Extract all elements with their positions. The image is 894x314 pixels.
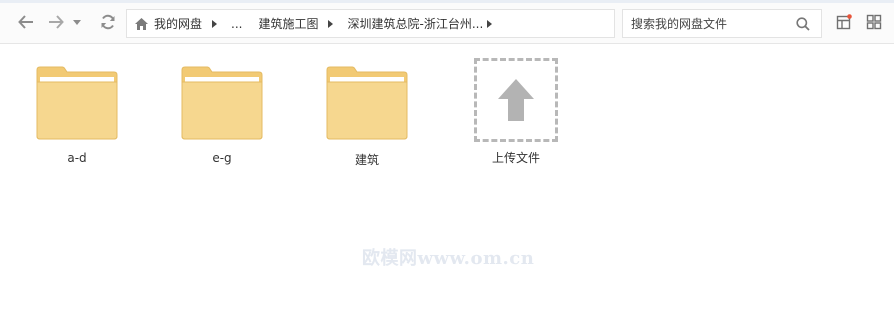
refresh-button[interactable] bbox=[98, 12, 118, 32]
upload-arrow-icon bbox=[474, 58, 558, 142]
file-grid: a-d e-g 建筑 上传文件 bbox=[0, 44, 894, 314]
notification-dot bbox=[847, 14, 852, 19]
breadcrumb-label: 深圳建筑总院-浙江台州... bbox=[347, 17, 484, 31]
arrow-left-icon bbox=[18, 15, 33, 29]
breadcrumb-label: ... bbox=[231, 16, 243, 31]
folder-name: e-g bbox=[212, 151, 232, 165]
search-icon[interactable] bbox=[796, 17, 810, 31]
forward-button[interactable] bbox=[46, 12, 66, 32]
chevron-right-icon bbox=[328, 19, 334, 28]
folder-item-a-d[interactable]: a-d bbox=[22, 62, 132, 172]
top-accent-line bbox=[0, 0, 894, 3]
back-button[interactable] bbox=[16, 12, 36, 32]
arrow-right-icon bbox=[49, 15, 64, 29]
breadcrumb-item-my-drive[interactable]: 我的网盘 bbox=[154, 15, 231, 32]
folder-item-e-g[interactable]: e-g bbox=[167, 62, 277, 172]
breadcrumb-label: 我的网盘 bbox=[154, 17, 203, 31]
home-icon[interactable] bbox=[134, 17, 149, 31]
history-dropdown-button[interactable] bbox=[70, 12, 84, 32]
folder-icon bbox=[36, 66, 118, 140]
refresh-icon bbox=[101, 14, 115, 30]
folder-name: a-d bbox=[67, 151, 87, 165]
folder-icon bbox=[326, 66, 408, 140]
upload-file-button[interactable]: 上传文件 bbox=[461, 58, 571, 172]
chevron-right-icon bbox=[487, 19, 493, 28]
breadcrumb: 我的网盘 ... 建筑施工图 深圳建筑总院-浙江台州... bbox=[126, 9, 615, 38]
upload-label: 上传文件 bbox=[491, 151, 540, 165]
layout-toggle-icon[interactable] bbox=[836, 14, 852, 30]
folder-name: 建筑 bbox=[354, 153, 379, 167]
chevron-right-icon bbox=[212, 19, 218, 28]
search-box bbox=[622, 9, 822, 38]
watermark: 欧模网www.om.cn bbox=[362, 248, 535, 269]
breadcrumb-label: 建筑施工图 bbox=[258, 17, 319, 31]
grid-view-icon[interactable] bbox=[866, 14, 882, 30]
breadcrumb-item-ellipsis[interactable]: ... bbox=[231, 17, 242, 31]
search-input[interactable] bbox=[623, 10, 783, 37]
chevron-down-icon bbox=[73, 19, 81, 25]
folder-icon bbox=[181, 66, 263, 140]
toolbar: 我的网盘 ... 建筑施工图 深圳建筑总院-浙江台州... bbox=[0, 0, 894, 44]
breadcrumb-item-current-folder[interactable]: 深圳建筑总院-浙江台州... bbox=[347, 15, 506, 32]
folder-item-architecture[interactable]: 建筑 bbox=[312, 62, 422, 172]
breadcrumb-item-construction-drawings[interactable]: 建筑施工图 bbox=[258, 15, 347, 32]
